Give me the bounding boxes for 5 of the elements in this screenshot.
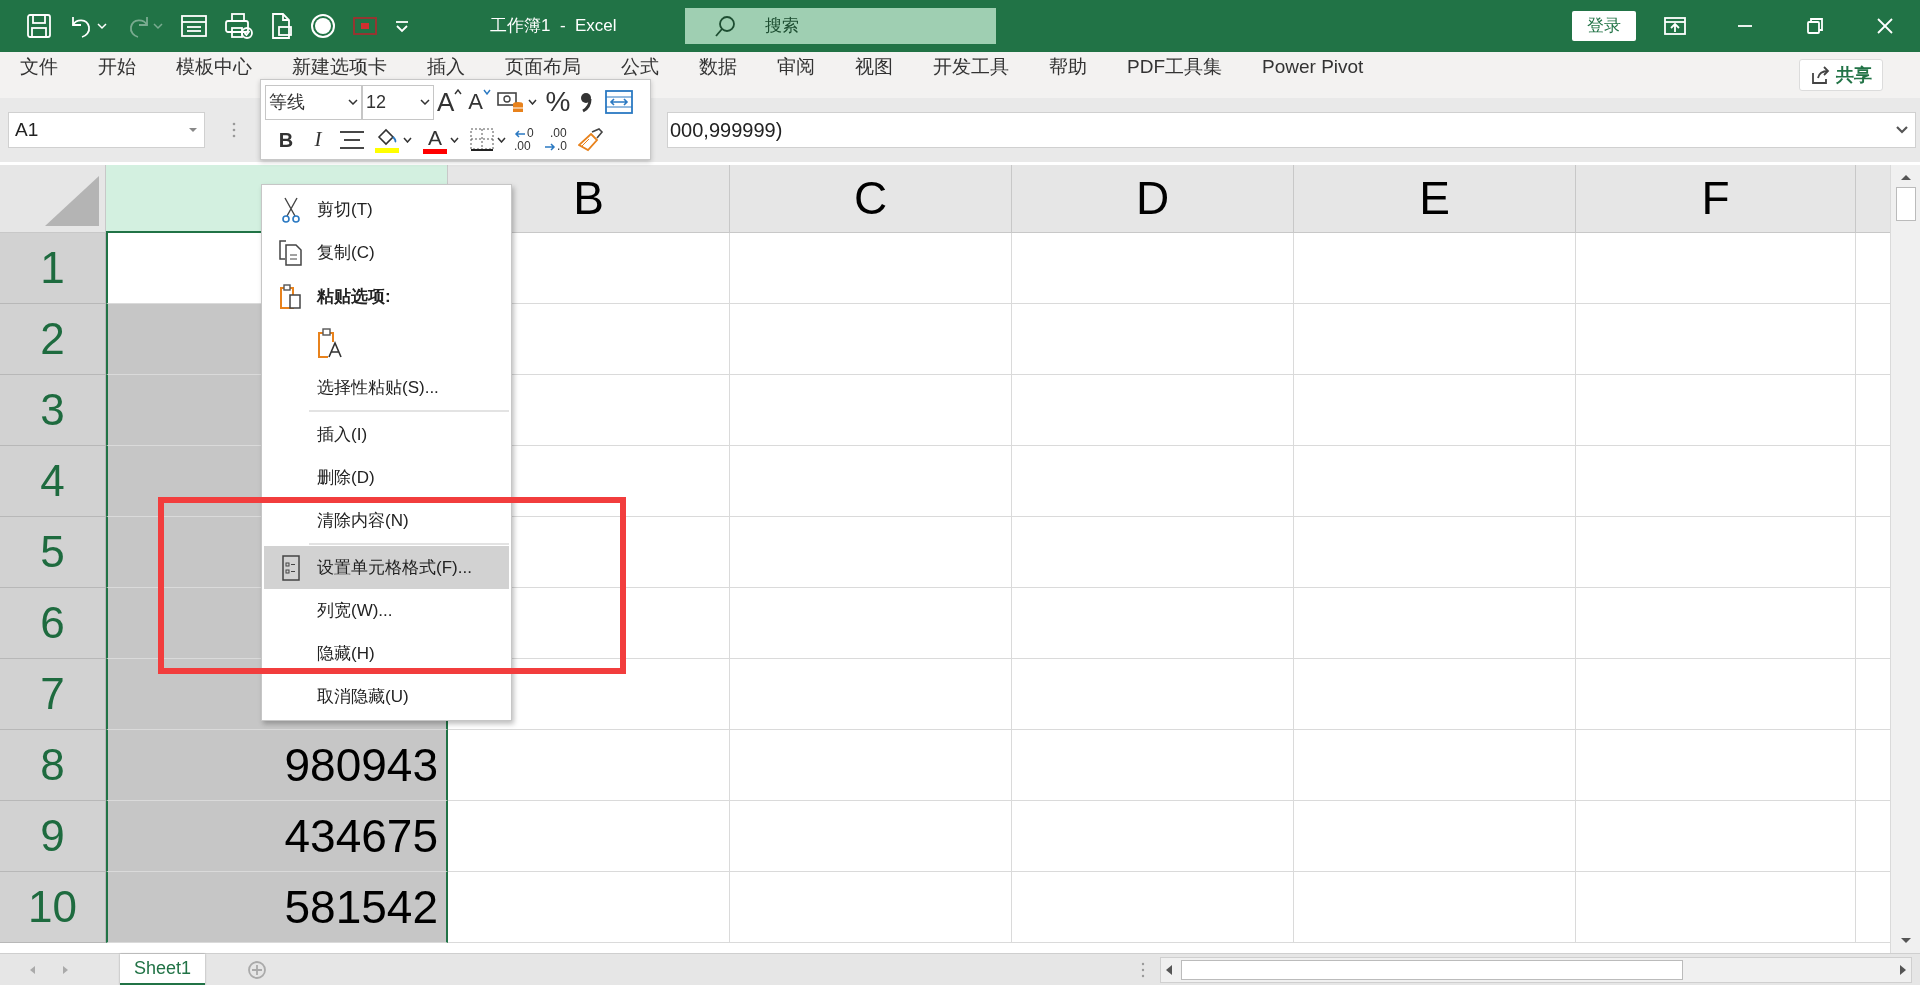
table-cell: 581542: [106, 872, 448, 943]
window-title: 工作簿1 - Excel: [490, 15, 617, 38]
table-cell: 434675: [106, 801, 448, 872]
table-cell: 980943: [106, 730, 448, 801]
menu-heading: 粘贴选项:: [317, 285, 391, 308]
